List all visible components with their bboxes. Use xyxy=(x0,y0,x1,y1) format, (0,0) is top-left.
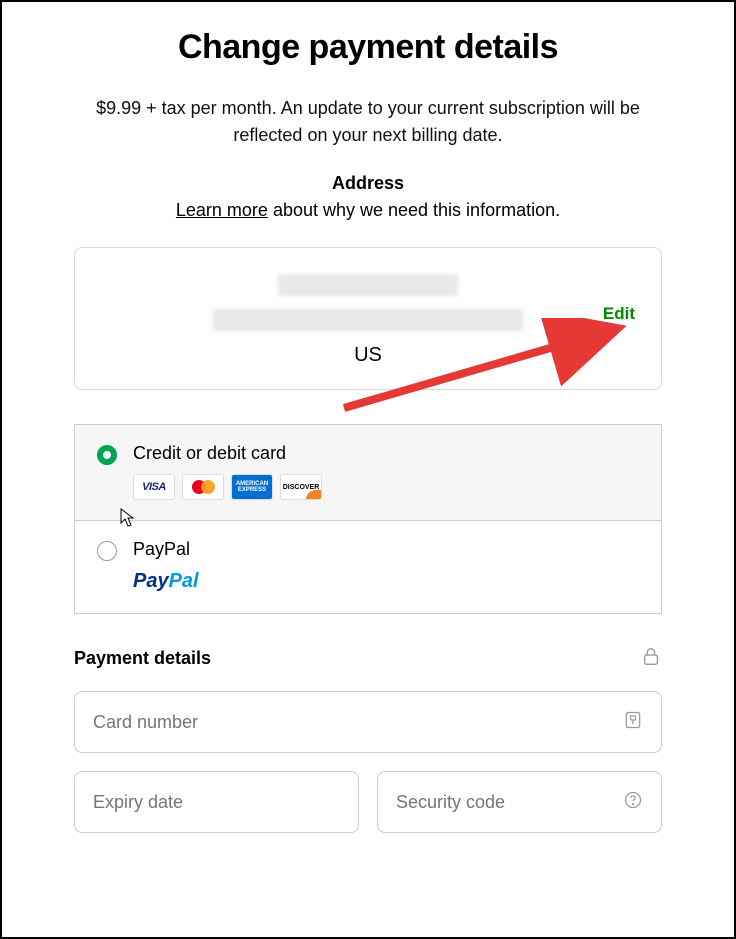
subscription-subtitle: $9.99 + tax per month. An update to your… xyxy=(74,95,662,149)
page-title: Change payment details xyxy=(74,28,662,67)
visa-icon: VISA xyxy=(133,474,175,500)
card-method-label: Credit or debit card xyxy=(133,443,639,464)
expiry-placeholder: Expiry date xyxy=(93,792,183,813)
security-code-input[interactable]: Security code xyxy=(377,771,662,833)
address-card: US Edit xyxy=(74,247,662,390)
card-number-input[interactable]: Card number xyxy=(74,691,662,753)
card-chip-icon xyxy=(623,710,643,735)
cursor-icon xyxy=(120,508,136,533)
payment-method-card[interactable]: Credit or debit card VISA AMERICAN EXPRE… xyxy=(75,425,661,521)
address-country: US xyxy=(101,344,635,367)
address-line-redacted-1 xyxy=(278,274,458,296)
cvc-placeholder: Security code xyxy=(396,792,505,813)
discover-icon: DISCOVER xyxy=(280,474,322,500)
learn-more-link[interactable]: Learn more xyxy=(176,200,268,220)
amex-icon: AMERICAN EXPRESS xyxy=(231,474,273,500)
address-info: Learn more about why we need this inform… xyxy=(74,200,662,221)
lock-icon xyxy=(640,644,662,673)
card-number-placeholder: Card number xyxy=(93,712,198,733)
paypal-icon: PayPal xyxy=(133,570,639,593)
card-logo-row: VISA AMERICAN EXPRESS DISCOVER xyxy=(133,474,639,500)
radio-card[interactable] xyxy=(97,445,117,465)
address-heading: Address xyxy=(74,173,662,194)
mastercard-icon xyxy=(182,474,224,500)
payment-details-heading: Payment details xyxy=(74,648,211,669)
paypal-method-label: PayPal xyxy=(133,539,639,560)
expiry-date-input[interactable]: Expiry date xyxy=(74,771,359,833)
help-icon[interactable] xyxy=(623,790,643,815)
payment-method-paypal[interactable]: PayPal PayPal xyxy=(75,521,661,613)
radio-paypal[interactable] xyxy=(97,541,117,561)
payment-method-group: Credit or debit card VISA AMERICAN EXPRE… xyxy=(74,424,662,614)
learn-more-rest: about why we need this information. xyxy=(268,200,560,220)
edit-address-button[interactable]: Edit xyxy=(603,304,635,324)
address-line-redacted-2 xyxy=(213,309,523,331)
